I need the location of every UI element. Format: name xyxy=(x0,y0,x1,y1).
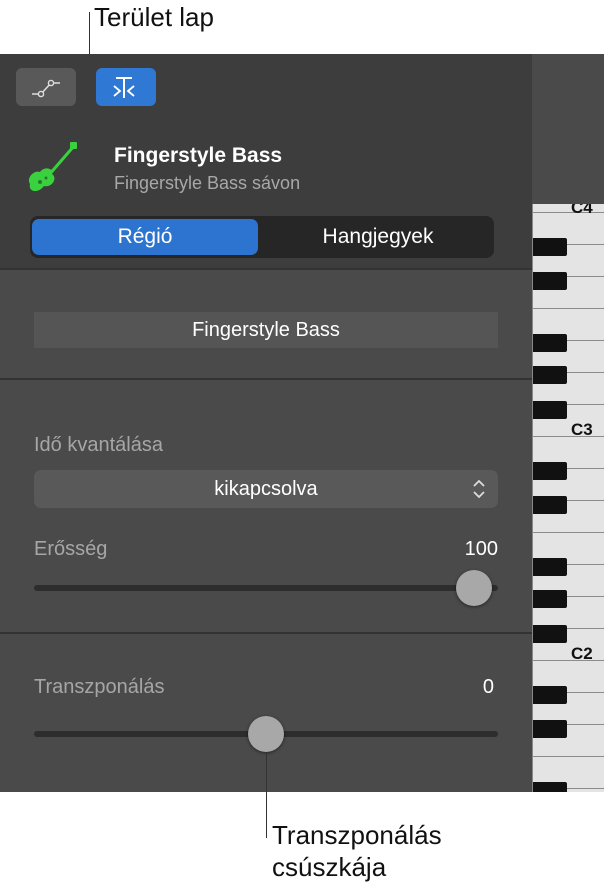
velocity-value: 100 xyxy=(464,538,498,560)
black-key[interactable] xyxy=(533,720,567,738)
black-key[interactable] xyxy=(533,625,567,643)
black-key[interactable] xyxy=(533,686,567,704)
black-key[interactable] xyxy=(533,272,567,290)
white-key-edge xyxy=(533,212,604,213)
region-name-field[interactable]: Fingerstyle Bass xyxy=(34,312,498,348)
velocity-slider-knob[interactable] xyxy=(456,570,492,606)
white-key-edge xyxy=(533,756,604,757)
automation-button[interactable] xyxy=(16,68,76,106)
transpose-slider-knob[interactable] xyxy=(248,716,284,752)
inspector-tab-control: Régió Hangjegyek xyxy=(30,216,494,258)
black-key[interactable] xyxy=(533,558,567,576)
white-key-edge xyxy=(533,660,604,661)
time-quantize-label: Idő kvantálása xyxy=(34,434,163,456)
chevron-up-down-icon xyxy=(473,479,485,499)
callout-leader-transpose xyxy=(266,752,267,838)
time-quantize-select[interactable]: kikapcsolva xyxy=(34,470,498,508)
black-key[interactable] xyxy=(533,401,567,419)
callout-transpose-slider-line1: Transzponálás xyxy=(272,820,442,850)
white-key-edge xyxy=(533,308,604,309)
callout-region-tab: Terület lap xyxy=(94,2,214,32)
transpose-value: 0 xyxy=(482,676,494,698)
divider xyxy=(0,632,532,634)
tab-notes[interactable]: Hangjegyek xyxy=(266,219,490,255)
inspector-header: Fingerstyle Bass Fingerstyle Bass sávon … xyxy=(0,54,532,268)
octave-label-c4: C4 xyxy=(571,204,593,217)
octave-label-c2: C2 xyxy=(571,644,593,663)
velocity-slider-track[interactable] xyxy=(34,585,498,591)
black-key[interactable] xyxy=(533,238,567,256)
black-key[interactable] xyxy=(533,782,567,792)
black-key[interactable] xyxy=(533,462,567,480)
bass-guitar-icon xyxy=(28,142,77,192)
divider xyxy=(0,268,532,270)
smart-controls-button[interactable] xyxy=(96,68,156,106)
inspector-panel: Fingerstyle Bass Fingerstyle Bass sávon … xyxy=(0,54,604,792)
black-key[interactable] xyxy=(533,366,567,384)
black-key[interactable] xyxy=(533,496,567,514)
automation-curve-icon xyxy=(32,79,60,98)
piano-keyboard[interactable]: C4 C3 C2 xyxy=(532,204,604,792)
octave-label-c3: C3 xyxy=(571,420,593,439)
velocity-label: Erősség xyxy=(34,538,108,560)
black-key[interactable] xyxy=(533,590,567,608)
callout-transpose-slider-line2: csúszkája xyxy=(272,852,387,882)
track-subtitle: Fingerstyle Bass sávon xyxy=(114,173,301,193)
black-key[interactable] xyxy=(533,334,567,352)
transpose-label: Transzponálás xyxy=(34,676,165,698)
time-quantize-value: kikapcsolva xyxy=(214,478,318,500)
quantize-icon xyxy=(113,77,135,98)
white-key-edge xyxy=(533,436,604,437)
track-name: Fingerstyle Bass xyxy=(114,144,283,167)
divider xyxy=(0,378,532,380)
tab-region[interactable]: Régió xyxy=(32,219,258,255)
white-key-edge xyxy=(533,532,604,533)
